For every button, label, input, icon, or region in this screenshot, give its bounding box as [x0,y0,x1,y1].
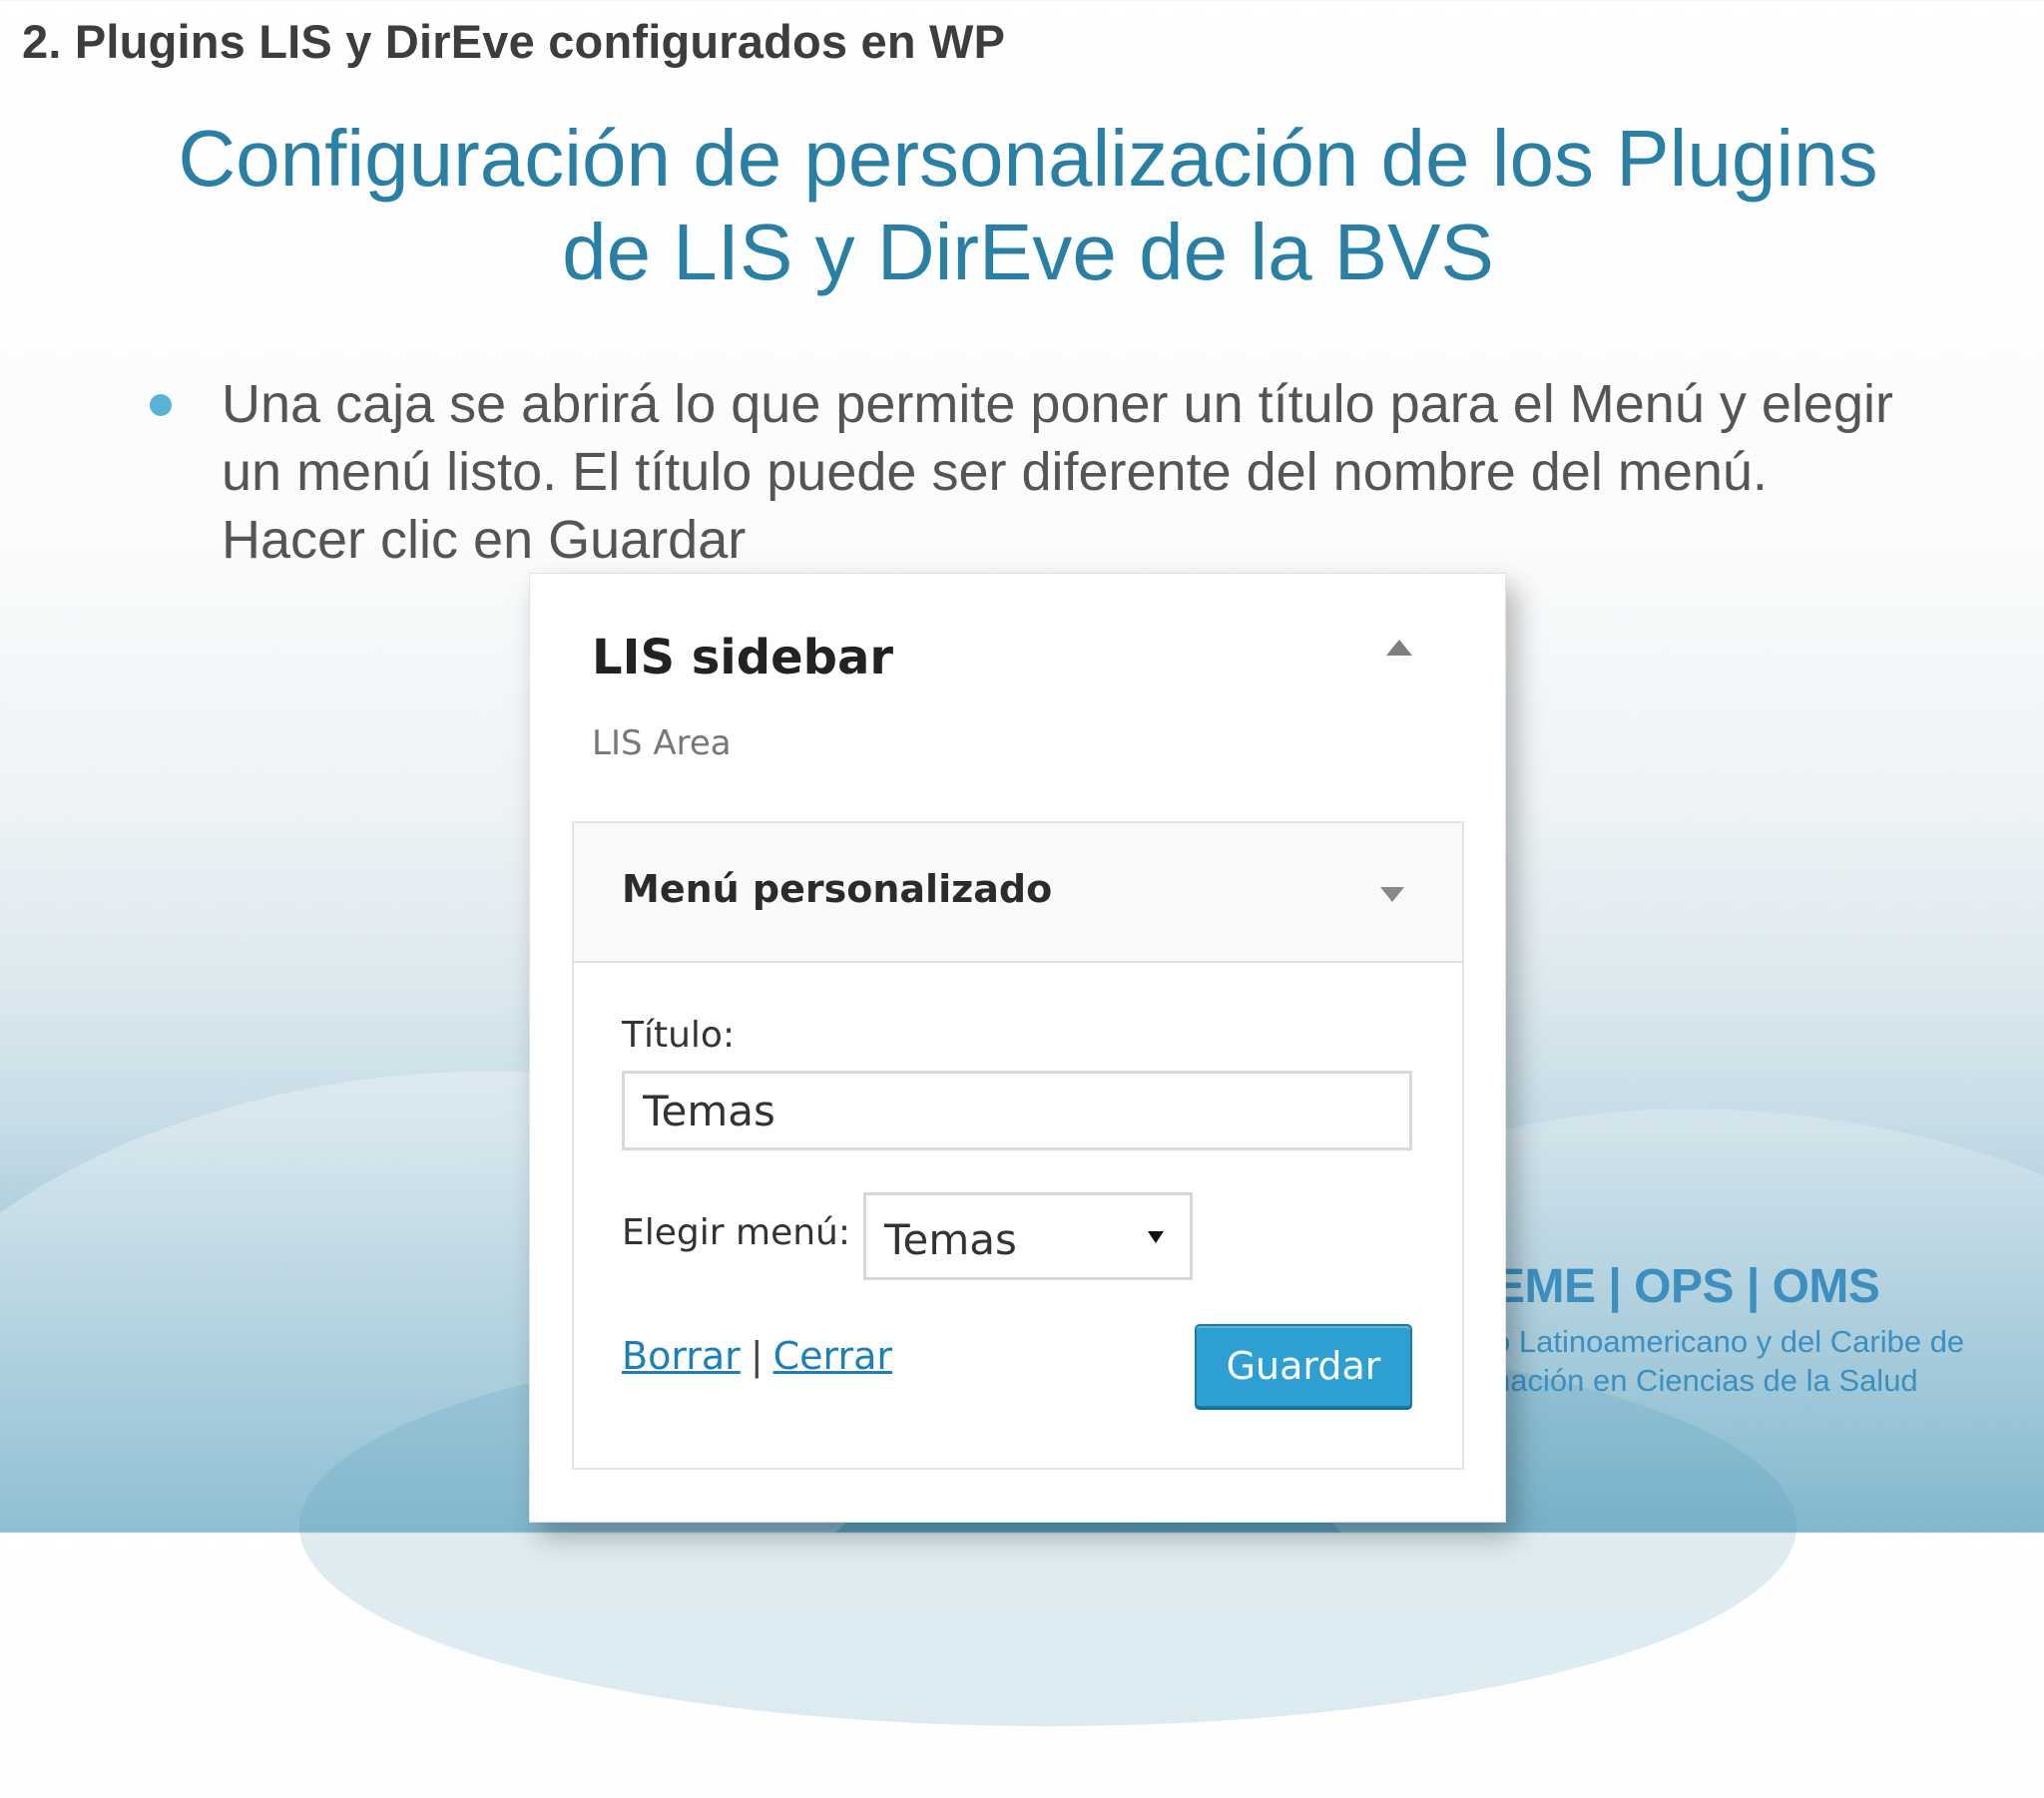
bullet-text: Una caja se abrirá lo que permite poner … [222,374,1893,570]
logo-tagline-1: o Latinoamericano y del Caribe de [1493,1324,1965,1359]
dropdown-arrow-icon [1148,1231,1164,1243]
lis-sidebar-widget: LIS sidebar LIS Area Menú personalizado … [529,573,1506,1523]
slide-title-line2: de LIS y DirEve de la BVS [562,208,1494,296]
triangle-up-icon[interactable] [1386,640,1412,656]
section-header: 2. Plugins LIS y DirEve configurados en … [22,15,1006,68]
action-links: Borrar | Cerrar [622,1334,892,1378]
close-link[interactable]: Cerrar [773,1334,892,1378]
triangle-down-icon[interactable] [1380,887,1404,902]
custom-menu-title: Menú personalizado [622,867,1053,911]
save-button[interactable]: Guardar [1195,1324,1412,1408]
title-label: Título: [622,1015,736,1056]
logo-tagline-2: nación en Ciencias de la Salud [1493,1363,1918,1398]
custom-menu-widget: Menú personalizado Título: Elegir menú: … [572,821,1464,1470]
menu-select-value: Temas [884,1215,1017,1264]
widget-title: LIS sidebar [592,630,894,685]
bullet-dot-icon [150,394,172,416]
widget-subtitle: LIS Area [592,723,732,763]
slide-title-line1: Configuración de personalización de los … [178,114,1878,203]
menu-label: Elegir menú: [622,1212,850,1253]
slide-title: Configuración de personalización de los … [120,112,1936,299]
custom-menu-header[interactable]: Menú personalizado [574,823,1462,963]
title-input[interactable] [622,1071,1412,1150]
logo-acronyms: EME | OPS | OMS [1493,1260,1880,1313]
menu-select[interactable]: Temas [863,1192,1193,1280]
link-separator: | [750,1334,764,1378]
delete-link[interactable]: Borrar [622,1334,741,1378]
